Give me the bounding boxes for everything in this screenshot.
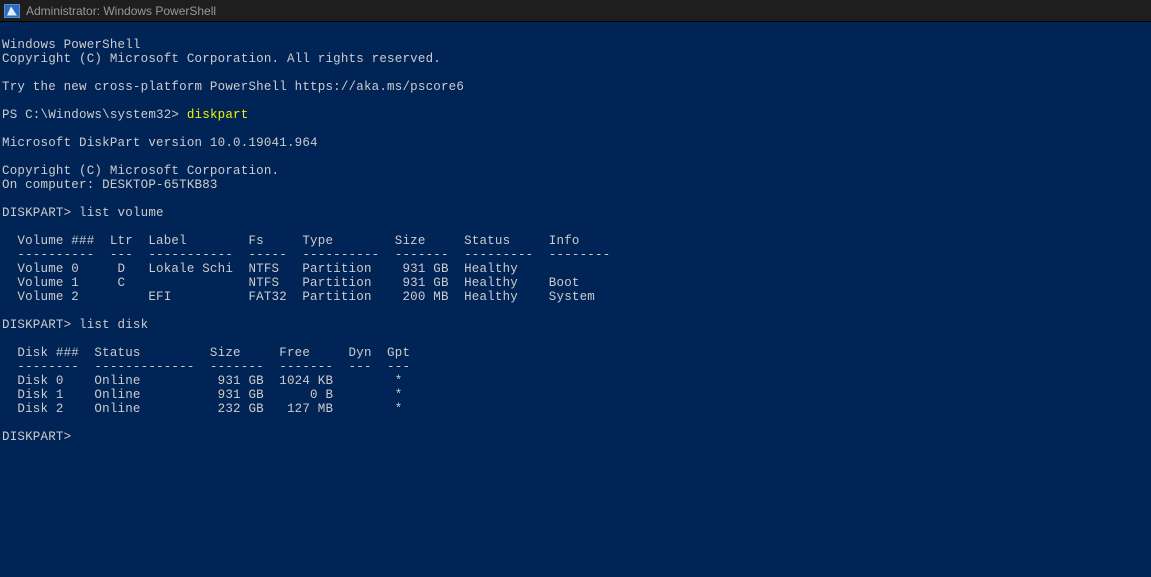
table-row: Disk 0 Online 931 GB 1024 KB * xyxy=(2,374,402,388)
ps-prompt: PS C:\Windows\system32> diskpart xyxy=(2,108,248,122)
disk-table-header: Disk ### Status Size Free Dyn Gpt xyxy=(2,346,410,360)
diskpart-version: Microsoft DiskPart version 10.0.19041.96… xyxy=(2,136,318,150)
diskpart-prompt-list-volume: DISKPART> list volume xyxy=(2,206,164,220)
terminal-content[interactable]: Windows PowerShell Copyright (C) Microso… xyxy=(0,22,1151,446)
table-row: Volume 1 C NTFS Partition 931 GB Healthy… xyxy=(2,276,580,290)
powershell-icon xyxy=(4,4,20,18)
window-titlebar[interactable]: Administrator: Windows PowerShell xyxy=(0,0,1151,22)
volume-table-divider: ---------- --- ----------- ----- -------… xyxy=(2,248,610,262)
header-try-new: Try the new cross-platform PowerShell ht… xyxy=(2,80,464,94)
table-row: Disk 2 Online 232 GB 127 MB * xyxy=(2,402,402,416)
prompt-prefix: PS C:\Windows\system32> xyxy=(2,108,187,122)
diskpart-prompt-cursor: DISKPART> xyxy=(2,430,71,444)
table-row: Disk 1 Online 931 GB 0 B * xyxy=(2,388,402,402)
diskpart-computer: On computer: DESKTOP-65TKB83 xyxy=(2,178,218,192)
window-title: Administrator: Windows PowerShell xyxy=(26,4,216,18)
table-row: Volume 0 D Lokale Schi NTFS Partition 93… xyxy=(2,262,518,276)
diskpart-copyright: Copyright (C) Microsoft Corporation. xyxy=(2,164,279,178)
table-row: Volume 2 EFI FAT32 Partition 200 MB Heal… xyxy=(2,290,595,304)
diskpart-prompt-list-disk: DISKPART> list disk xyxy=(2,318,148,332)
command-diskpart: diskpart xyxy=(187,108,249,122)
header-copyright: Copyright (C) Microsoft Corporation. All… xyxy=(2,52,441,66)
volume-table-header: Volume ### Ltr Label Fs Type Size Status… xyxy=(2,234,580,248)
disk-table-divider: -------- ------------- ------- ------- -… xyxy=(2,360,410,374)
header-line: Windows PowerShell xyxy=(2,38,141,52)
